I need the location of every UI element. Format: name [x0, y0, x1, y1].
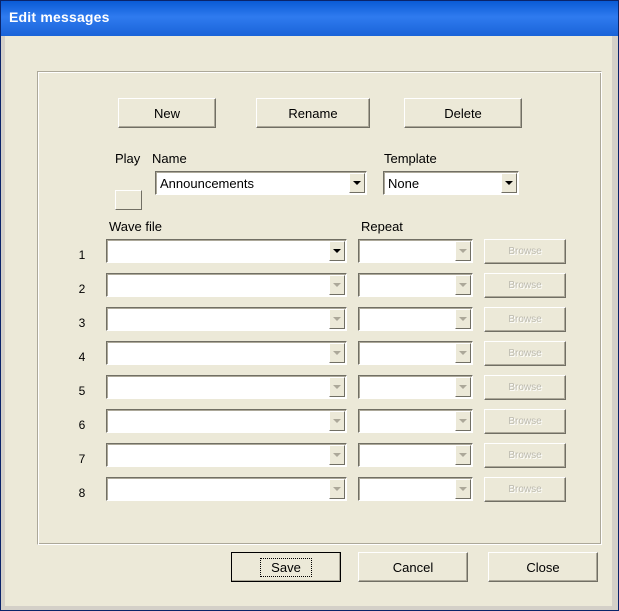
- play-button[interactable]: [115, 190, 142, 210]
- chevron-down-icon: [333, 249, 341, 253]
- browse-button[interactable]: Browse: [484, 409, 566, 434]
- repeat-dropdown-arrow[interactable]: [455, 479, 471, 499]
- row-number: 8: [78, 486, 86, 500]
- repeat-dropdown-arrow[interactable]: [455, 309, 471, 329]
- chevron-down-icon: [459, 385, 467, 389]
- browse-button[interactable]: Browse: [484, 307, 566, 332]
- repeat-select[interactable]: [358, 341, 473, 365]
- chevron-down-icon: [459, 351, 467, 355]
- wave-file-select[interactable]: [106, 477, 347, 501]
- repeat-dropdown-arrow[interactable]: [455, 275, 471, 295]
- row-number: 4: [78, 350, 86, 364]
- close-button[interactable]: Close: [488, 552, 598, 582]
- repeat-select[interactable]: [358, 443, 473, 467]
- play-label: Play: [115, 151, 141, 166]
- chevron-down-icon: [459, 283, 467, 287]
- delete-button[interactable]: Delete: [404, 98, 522, 128]
- wave-file-dropdown-arrow[interactable]: [329, 275, 345, 295]
- repeat-select[interactable]: [358, 307, 473, 331]
- wave-file-dropdown-arrow[interactable]: [329, 377, 345, 397]
- browse-button[interactable]: Browse: [484, 341, 566, 366]
- wave-file-select[interactable]: [106, 409, 347, 433]
- chevron-down-icon: [459, 453, 467, 457]
- browse-button[interactable]: Browse: [484, 273, 566, 298]
- wave-file-dropdown-arrow[interactable]: [329, 445, 345, 465]
- wave-file-dropdown-arrow[interactable]: [329, 411, 345, 431]
- chevron-down-icon: [333, 453, 341, 457]
- wave-file-select[interactable]: [106, 443, 347, 467]
- template-select[interactable]: None: [383, 171, 519, 195]
- repeat-dropdown-arrow[interactable]: [455, 445, 471, 465]
- chevron-down-icon: [333, 283, 341, 287]
- cancel-button[interactable]: Cancel: [358, 552, 468, 582]
- browse-button[interactable]: Browse: [484, 477, 566, 502]
- repeat-select[interactable]: [358, 477, 473, 501]
- chevron-down-icon: [459, 249, 467, 253]
- repeat-select[interactable]: [358, 375, 473, 399]
- rename-button[interactable]: Rename: [256, 98, 370, 128]
- template-label: Template: [384, 151, 437, 166]
- repeat-dropdown-arrow[interactable]: [455, 411, 471, 431]
- wave-file-select[interactable]: [106, 307, 347, 331]
- name-select-value: Announcements: [160, 176, 254, 191]
- save-button-label: Save: [260, 557, 312, 577]
- chevron-down-icon: [333, 487, 341, 491]
- repeat-dropdown-arrow[interactable]: [455, 343, 471, 363]
- row-number: 3: [78, 316, 86, 330]
- chevron-down-icon: [459, 487, 467, 491]
- title-bar[interactable]: Edit messages: [1, 1, 618, 36]
- wave-file-select[interactable]: [106, 239, 347, 263]
- repeat-select[interactable]: [358, 239, 473, 263]
- chevron-down-icon: [505, 181, 513, 185]
- wave-file-dropdown-arrow[interactable]: [329, 479, 345, 499]
- chevron-down-icon: [333, 351, 341, 355]
- chevron-down-icon: [353, 181, 361, 185]
- row-number: 7: [78, 452, 86, 466]
- name-label: Name: [152, 151, 187, 166]
- template-select-value: None: [388, 176, 420, 191]
- chevron-down-icon: [333, 385, 341, 389]
- chevron-down-icon: [459, 317, 467, 321]
- wave-file-select[interactable]: [106, 273, 347, 297]
- row-number: 1: [78, 248, 86, 262]
- repeat-dropdown-arrow[interactable]: [455, 241, 471, 261]
- wave-file-select[interactable]: [106, 341, 347, 365]
- browse-button[interactable]: Browse: [484, 239, 566, 264]
- wave-file-label: Wave file: [109, 219, 162, 234]
- wave-file-dropdown-arrow[interactable]: [329, 241, 345, 261]
- edit-messages-dialog: Edit messages New Rename Delete Play Nam…: [0, 0, 619, 611]
- row-number: 5: [78, 384, 86, 398]
- wave-file-select[interactable]: [106, 375, 347, 399]
- browse-button[interactable]: Browse: [484, 443, 566, 468]
- repeat-select[interactable]: [358, 409, 473, 433]
- chevron-down-icon: [333, 419, 341, 423]
- repeat-select[interactable]: [358, 273, 473, 297]
- template-dropdown-arrow[interactable]: [501, 173, 517, 193]
- browse-button[interactable]: Browse: [484, 375, 566, 400]
- new-button[interactable]: New: [118, 98, 216, 128]
- save-button[interactable]: Save: [231, 552, 341, 582]
- repeat-dropdown-arrow[interactable]: [455, 377, 471, 397]
- row-number: 6: [78, 418, 86, 432]
- name-select[interactable]: Announcements: [155, 171, 367, 195]
- name-dropdown-arrow[interactable]: [349, 173, 365, 193]
- chevron-down-icon: [333, 317, 341, 321]
- wave-file-dropdown-arrow[interactable]: [329, 309, 345, 329]
- chevron-down-icon: [459, 419, 467, 423]
- repeat-label: Repeat: [361, 219, 403, 234]
- wave-file-dropdown-arrow[interactable]: [329, 343, 345, 363]
- window-title: Edit messages: [9, 9, 110, 25]
- row-number: 2: [78, 282, 86, 296]
